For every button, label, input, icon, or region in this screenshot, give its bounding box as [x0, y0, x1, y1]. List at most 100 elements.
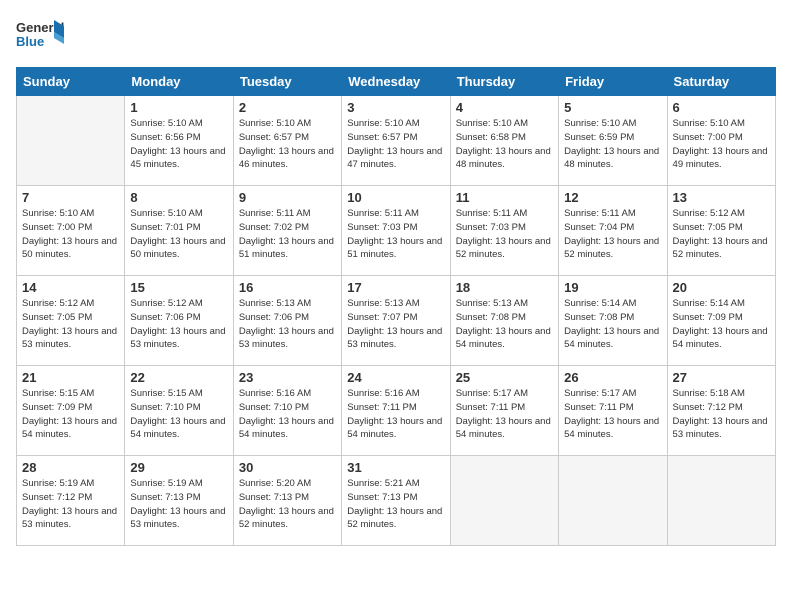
- day-info: Sunrise: 5:10 AM Sunset: 6:59 PM Dayligh…: [564, 117, 661, 172]
- svg-text:Blue: Blue: [16, 34, 44, 49]
- week-row-1: 1 Sunrise: 5:10 AM Sunset: 6:56 PM Daylig…: [17, 96, 776, 186]
- calendar-cell: 28Sunrise: 5:19 AM Sunset: 7:12 PM Dayli…: [17, 456, 125, 546]
- calendar-cell: 24 Sunrise: 5:16 AM Sunset: 7:11 PM Dayli…: [342, 366, 450, 456]
- day-number: 4: [456, 100, 553, 115]
- calendar-cell: 30 Sunrise: 5:20 AM Sunset: 7:13 PM Dayli…: [233, 456, 341, 546]
- calendar-cell: 4 Sunrise: 5:10 AM Sunset: 6:58 PM Daylig…: [450, 96, 558, 186]
- day-info: Sunrise: 5:12 AM Sunset: 7:06 PM Dayligh…: [130, 297, 227, 352]
- day-info: Sunrise: 5:13 AM Sunset: 7:08 PM Dayligh…: [456, 297, 553, 352]
- week-row-2: 7 Sunrise: 5:10 AM Sunset: 7:00 PM Daylig…: [17, 186, 776, 276]
- calendar-cell: 22 Sunrise: 5:15 AM Sunset: 7:10 PM Dayli…: [125, 366, 233, 456]
- calendar-cell: 27 Sunrise: 5:18 AM Sunset: 7:12 PM Dayli…: [667, 366, 775, 456]
- logo-svg: General Blue: [16, 16, 66, 61]
- day-number: 30: [239, 460, 336, 475]
- day-info: Sunrise: 5:17 AM Sunset: 7:11 PM Dayligh…: [564, 387, 661, 442]
- calendar-cell: 3 Sunrise: 5:10 AM Sunset: 6:57 PM Daylig…: [342, 96, 450, 186]
- day-info: Sunrise: 5:19 AM Sunset: 7:13 PM Dayligh…: [130, 477, 227, 532]
- day-number: 22: [130, 370, 227, 385]
- week-row-5: 28Sunrise: 5:19 AM Sunset: 7:12 PM Dayli…: [17, 456, 776, 546]
- calendar-cell: 23 Sunrise: 5:16 AM Sunset: 7:10 PM Dayli…: [233, 366, 341, 456]
- day-number: 24: [347, 370, 444, 385]
- calendar-cell: 15 Sunrise: 5:12 AM Sunset: 7:06 PM Dayli…: [125, 276, 233, 366]
- day-number: 27: [673, 370, 770, 385]
- week-row-4: 21Sunrise: 5:15 AM Sunset: 7:09 PM Dayli…: [17, 366, 776, 456]
- header-wednesday: Wednesday: [342, 68, 450, 96]
- day-number: 8: [130, 190, 227, 205]
- calendar-cell: 5 Sunrise: 5:10 AM Sunset: 6:59 PM Daylig…: [559, 96, 667, 186]
- day-info: Sunrise: 5:15 AM Sunset: 7:10 PM Dayligh…: [130, 387, 227, 442]
- calendar-cell: 26 Sunrise: 5:17 AM Sunset: 7:11 PM Dayli…: [559, 366, 667, 456]
- header-sunday: Sunday: [17, 68, 125, 96]
- calendar-cell: 29 Sunrise: 5:19 AM Sunset: 7:13 PM Dayli…: [125, 456, 233, 546]
- day-info: Sunrise: 5:12 AM Sunset: 7:05 PM Dayligh…: [673, 207, 770, 262]
- header-friday: Friday: [559, 68, 667, 96]
- header-monday: Monday: [125, 68, 233, 96]
- day-info: Sunrise: 5:10 AM Sunset: 7:00 PM Dayligh…: [673, 117, 770, 172]
- day-info: Sunrise: 5:18 AM Sunset: 7:12 PM Dayligh…: [673, 387, 770, 442]
- day-number: 3: [347, 100, 444, 115]
- calendar-cell: 14 Sunrise: 5:12 AM Sunset: 7:05 PM Dayli…: [17, 276, 125, 366]
- day-info: Sunrise: 5:10 AM Sunset: 6:57 PM Dayligh…: [347, 117, 444, 172]
- day-info: Sunrise: 5:11 AM Sunset: 7:03 PM Dayligh…: [456, 207, 553, 262]
- day-info: Sunrise: 5:12 AM Sunset: 7:05 PM Dayligh…: [22, 297, 119, 352]
- calendar-header-row: SundayMondayTuesdayWednesdayThursdayFrid…: [17, 68, 776, 96]
- day-number: 18: [456, 280, 553, 295]
- calendar-cell: 9Sunrise: 5:11 AM Sunset: 7:02 PM Daylig…: [233, 186, 341, 276]
- day-number: 23: [239, 370, 336, 385]
- day-number: 17: [347, 280, 444, 295]
- day-number: 2: [239, 100, 336, 115]
- calendar-cell: 25 Sunrise: 5:17 AM Sunset: 7:11 PM Dayli…: [450, 366, 558, 456]
- calendar-cell: 2 Sunrise: 5:10 AM Sunset: 6:57 PM Daylig…: [233, 96, 341, 186]
- day-info: Sunrise: 5:13 AM Sunset: 7:06 PM Dayligh…: [239, 297, 336, 352]
- logo: General Blue: [16, 16, 66, 61]
- day-number: 14: [22, 280, 119, 295]
- day-number: 6: [673, 100, 770, 115]
- calendar-cell: 10 Sunrise: 5:11 AM Sunset: 7:03 PM Dayli…: [342, 186, 450, 276]
- day-number: 5: [564, 100, 661, 115]
- day-number: 15: [130, 280, 227, 295]
- calendar-cell: 20Sunrise: 5:14 AM Sunset: 7:09 PM Dayli…: [667, 276, 775, 366]
- day-number: 13: [673, 190, 770, 205]
- day-info: Sunrise: 5:21 AM Sunset: 7:13 PM Dayligh…: [347, 477, 444, 532]
- header-saturday: Saturday: [667, 68, 775, 96]
- day-info: Sunrise: 5:17 AM Sunset: 7:11 PM Dayligh…: [456, 387, 553, 442]
- calendar-cell: 19Sunrise: 5:14 AM Sunset: 7:08 PM Dayli…: [559, 276, 667, 366]
- calendar-cell: 31Sunrise: 5:21 AM Sunset: 7:13 PM Dayli…: [342, 456, 450, 546]
- day-number: 25: [456, 370, 553, 385]
- day-info: Sunrise: 5:10 AM Sunset: 7:00 PM Dayligh…: [22, 207, 119, 262]
- calendar-cell: 18 Sunrise: 5:13 AM Sunset: 7:08 PM Dayli…: [450, 276, 558, 366]
- day-info: Sunrise: 5:10 AM Sunset: 6:57 PM Dayligh…: [239, 117, 336, 172]
- day-number: 12: [564, 190, 661, 205]
- day-number: 29: [130, 460, 227, 475]
- day-info: Sunrise: 5:10 AM Sunset: 6:56 PM Dayligh…: [130, 117, 227, 172]
- calendar-cell: 21Sunrise: 5:15 AM Sunset: 7:09 PM Dayli…: [17, 366, 125, 456]
- header-thursday: Thursday: [450, 68, 558, 96]
- day-info: Sunrise: 5:11 AM Sunset: 7:03 PM Dayligh…: [347, 207, 444, 262]
- calendar-cell: [450, 456, 558, 546]
- day-info: Sunrise: 5:10 AM Sunset: 7:01 PM Dayligh…: [130, 207, 227, 262]
- calendar-cell: [559, 456, 667, 546]
- calendar-table: SundayMondayTuesdayWednesdayThursdayFrid…: [16, 67, 776, 546]
- day-info: Sunrise: 5:11 AM Sunset: 7:02 PM Dayligh…: [239, 207, 336, 262]
- day-number: 26: [564, 370, 661, 385]
- day-number: 1: [130, 100, 227, 115]
- day-info: Sunrise: 5:16 AM Sunset: 7:10 PM Dayligh…: [239, 387, 336, 442]
- calendar-cell: 17Sunrise: 5:13 AM Sunset: 7:07 PM Dayli…: [342, 276, 450, 366]
- calendar-cell: 1 Sunrise: 5:10 AM Sunset: 6:56 PM Daylig…: [125, 96, 233, 186]
- page-header: General Blue: [16, 16, 776, 61]
- calendar-cell: 6 Sunrise: 5:10 AM Sunset: 7:00 PM Daylig…: [667, 96, 775, 186]
- calendar-cell: [667, 456, 775, 546]
- day-info: Sunrise: 5:15 AM Sunset: 7:09 PM Dayligh…: [22, 387, 119, 442]
- day-info: Sunrise: 5:20 AM Sunset: 7:13 PM Dayligh…: [239, 477, 336, 532]
- header-tuesday: Tuesday: [233, 68, 341, 96]
- day-number: 10: [347, 190, 444, 205]
- day-number: 16: [239, 280, 336, 295]
- calendar-cell: 12Sunrise: 5:11 AM Sunset: 7:04 PM Dayli…: [559, 186, 667, 276]
- calendar-cell: 7 Sunrise: 5:10 AM Sunset: 7:00 PM Daylig…: [17, 186, 125, 276]
- day-number: 28: [22, 460, 119, 475]
- week-row-3: 14 Sunrise: 5:12 AM Sunset: 7:05 PM Dayli…: [17, 276, 776, 366]
- day-info: Sunrise: 5:10 AM Sunset: 6:58 PM Dayligh…: [456, 117, 553, 172]
- day-info: Sunrise: 5:16 AM Sunset: 7:11 PM Dayligh…: [347, 387, 444, 442]
- day-number: 11: [456, 190, 553, 205]
- day-number: 7: [22, 190, 119, 205]
